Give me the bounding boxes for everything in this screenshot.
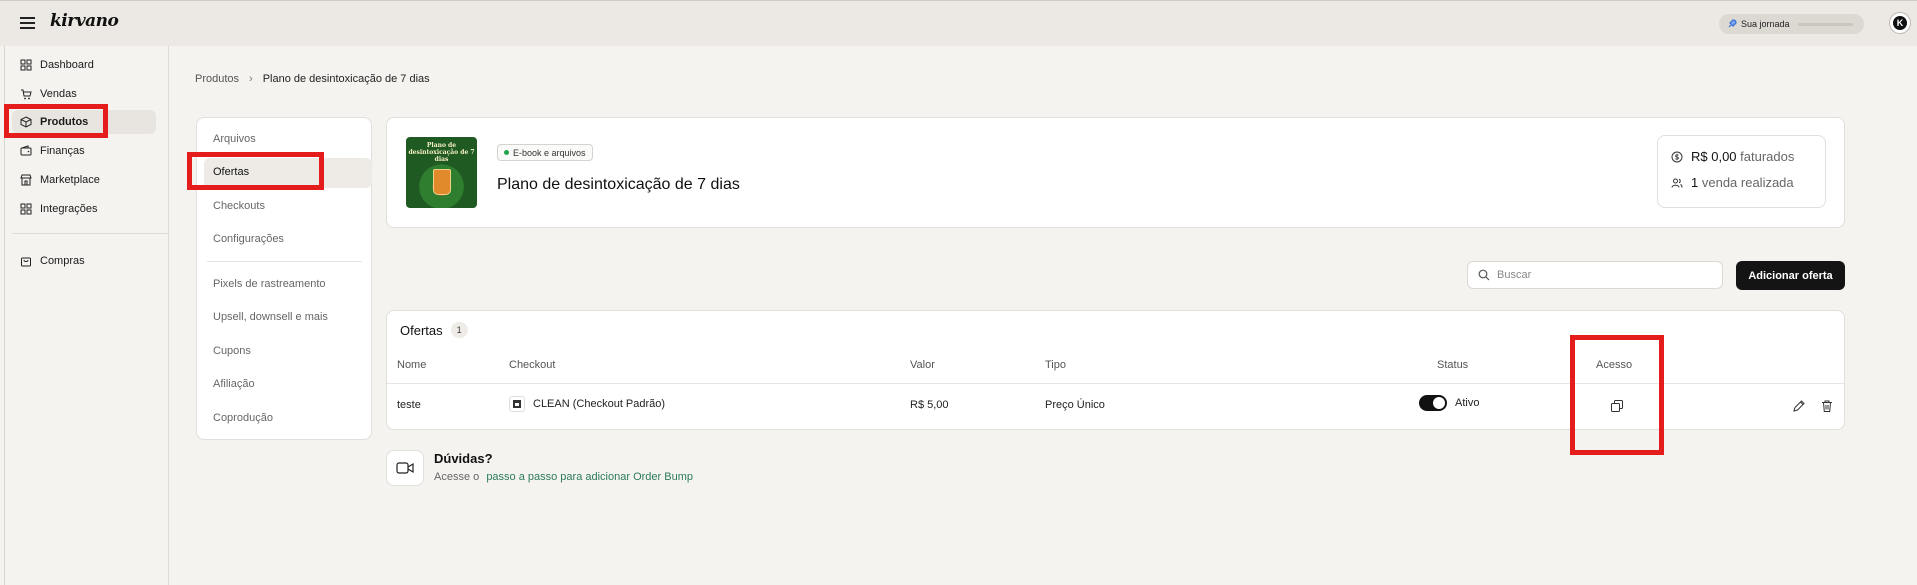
offers-header: Ofertas 1 (400, 322, 468, 338)
sidebar-item-compras[interactable]: Compras (20, 250, 85, 272)
journey-bar (1797, 22, 1853, 26)
bag-icon (21, 257, 31, 267)
search-icon (1478, 269, 1490, 281)
avatar[interactable]: K (1889, 12, 1911, 34)
cart-icon (21, 89, 32, 100)
product-card: Plano de desintoxicação de 7 dias E-book… (386, 117, 1845, 228)
column-header-tipo: Tipo (1045, 359, 1066, 371)
submenu-item-pixels[interactable]: Pixels de rastreamento (213, 278, 326, 290)
cell-tipo: Preço Único (1045, 399, 1105, 411)
dollar-circle-icon (1671, 151, 1683, 162)
cell-valor: R$ 5,00 (910, 399, 949, 411)
journey-label: Sua jornada (1741, 19, 1790, 29)
juice-glass-shape (433, 169, 451, 195)
status-toggle[interactable] (1419, 395, 1447, 411)
cell-nome: teste (397, 399, 421, 411)
checkout-name: CLEAN (Checkout Padrão) (533, 398, 666, 410)
product-title: Plano de desintoxicação de 7 dias (497, 176, 740, 193)
sidebar-item-produtos[interactable]: Produtos (20, 111, 88, 133)
cell-checkout[interactable]: CLEAN (Checkout Padrão) (509, 396, 665, 412)
copy-icon[interactable] (1610, 399, 1624, 413)
sidebar-item-label: Dashboard (40, 59, 94, 71)
breadcrumb-parent[interactable]: Produtos (195, 73, 239, 85)
revenue-stat: R$ 0,00 faturados (1671, 149, 1794, 164)
sidebar-item-label: Produtos (40, 116, 89, 128)
sidebar-divider (12, 233, 169, 234)
submenu-item-arquivos[interactable]: Arquivos (213, 133, 256, 145)
journey-progress[interactable]: Sua jornada (1719, 14, 1864, 34)
checkout-icon (509, 396, 525, 412)
box-icon (20, 116, 32, 128)
product-stats: R$ 0,00 faturados 1 venda realizada (1657, 135, 1826, 208)
avatar-letter: K (1893, 16, 1907, 30)
sidebar-item-integracoes[interactable]: Integrações (20, 198, 97, 220)
store-icon (20, 174, 32, 186)
submenu-item-ofertas[interactable]: Ofertas (213, 166, 249, 178)
help-title: Dúvidas? (434, 451, 493, 466)
status-label: Ativo (1455, 397, 1480, 409)
submenu-item-coproducao[interactable]: Coprodução (213, 412, 273, 424)
grid-icon (20, 59, 32, 71)
breadcrumb: Produtos › Plano de desintoxicação de 7 … (195, 73, 430, 85)
header-divider (387, 383, 1844, 384)
column-header-nome: Nome (397, 359, 427, 371)
search-box[interactable] (1467, 261, 1723, 289)
revenue-suffix: faturados (1740, 149, 1795, 164)
help-link[interactable]: passo a passo para adicionar Order Bump (486, 471, 693, 483)
submenu-item-afiliacao[interactable]: Afiliação (213, 378, 255, 390)
column-header-acesso: Acesso (1596, 359, 1633, 371)
sales-stat: 1 venda realizada (1671, 175, 1794, 190)
product-image-text: Plano de desintoxicação de 7 dias (408, 142, 475, 163)
help-prefix: Acesse o (434, 471, 480, 483)
search-input[interactable] (1497, 269, 1717, 281)
submenu-item-cupons[interactable]: Cupons (213, 345, 251, 357)
help-video-box (386, 450, 424, 486)
top-bar: kirvano Sua jornada K (0, 0, 1917, 46)
badge-label: E-book e arquivos (513, 147, 586, 158)
offers-count: 1 (450, 322, 468, 338)
video-icon (396, 462, 414, 474)
sidebar-item-vendas[interactable]: Vendas (20, 83, 77, 105)
sidebar-item-label: Marketplace (40, 174, 100, 186)
sidebar-item-dashboard[interactable]: Dashboard (20, 54, 94, 76)
cell-status: Ativo (1419, 395, 1479, 411)
sales-suffix: venda realizada (1701, 175, 1794, 190)
status-dot (504, 150, 509, 155)
column-header-status: Status (1437, 359, 1469, 371)
users-icon (1671, 178, 1683, 188)
grid-icon (20, 203, 32, 215)
toggle-knob (1433, 397, 1445, 409)
sidebar-item-label: Vendas (40, 88, 77, 100)
submenu-item-upsell[interactable]: Upsell, downsell e mais (213, 311, 328, 323)
offers-table: Ofertas 1 Nome Checkout Valor Tipo Statu… (386, 310, 1845, 430)
column-header-valor: Valor (910, 359, 935, 371)
menu-icon[interactable] (20, 16, 35, 30)
submenu-item-configuracoes[interactable]: Configurações (213, 233, 284, 245)
breadcrumb-separator: › (249, 73, 253, 85)
submenu-divider (207, 261, 362, 262)
help-text: Acesse o passo a passo para adicionar Or… (434, 471, 693, 483)
breadcrumb-current: Plano de desintoxicação de 7 dias (262, 73, 430, 85)
revenue-value: R$ 0,00 (1691, 149, 1737, 164)
wallet-icon (20, 145, 32, 156)
product-submenu: Arquivos Ofertas Checkouts Configurações… (196, 117, 372, 440)
product-image: Plano de desintoxicação de 7 dias (406, 137, 477, 208)
sales-value: 1 (1691, 175, 1699, 190)
sidebar-item-financas[interactable]: Finanças (20, 140, 85, 162)
trash-icon[interactable] (1820, 399, 1834, 413)
add-offer-button[interactable]: Adicionar oferta (1736, 261, 1845, 290)
sidebar-item-label: Compras (40, 255, 85, 267)
logo[interactable]: kirvano (50, 11, 119, 31)
column-header-checkout: Checkout (509, 359, 556, 371)
product-type-badge: E-book e arquivos (497, 144, 593, 161)
edit-icon[interactable] (1792, 399, 1806, 413)
sidebar-item-label: Integrações (40, 203, 98, 215)
sidebar-item-marketplace[interactable]: Marketplace (20, 169, 100, 191)
submenu-item-checkouts[interactable]: Checkouts (213, 200, 265, 212)
sidebar-item-label: Finanças (40, 145, 85, 157)
offers-title: Ofertas (400, 322, 443, 338)
rocket-icon (1728, 19, 1737, 28)
